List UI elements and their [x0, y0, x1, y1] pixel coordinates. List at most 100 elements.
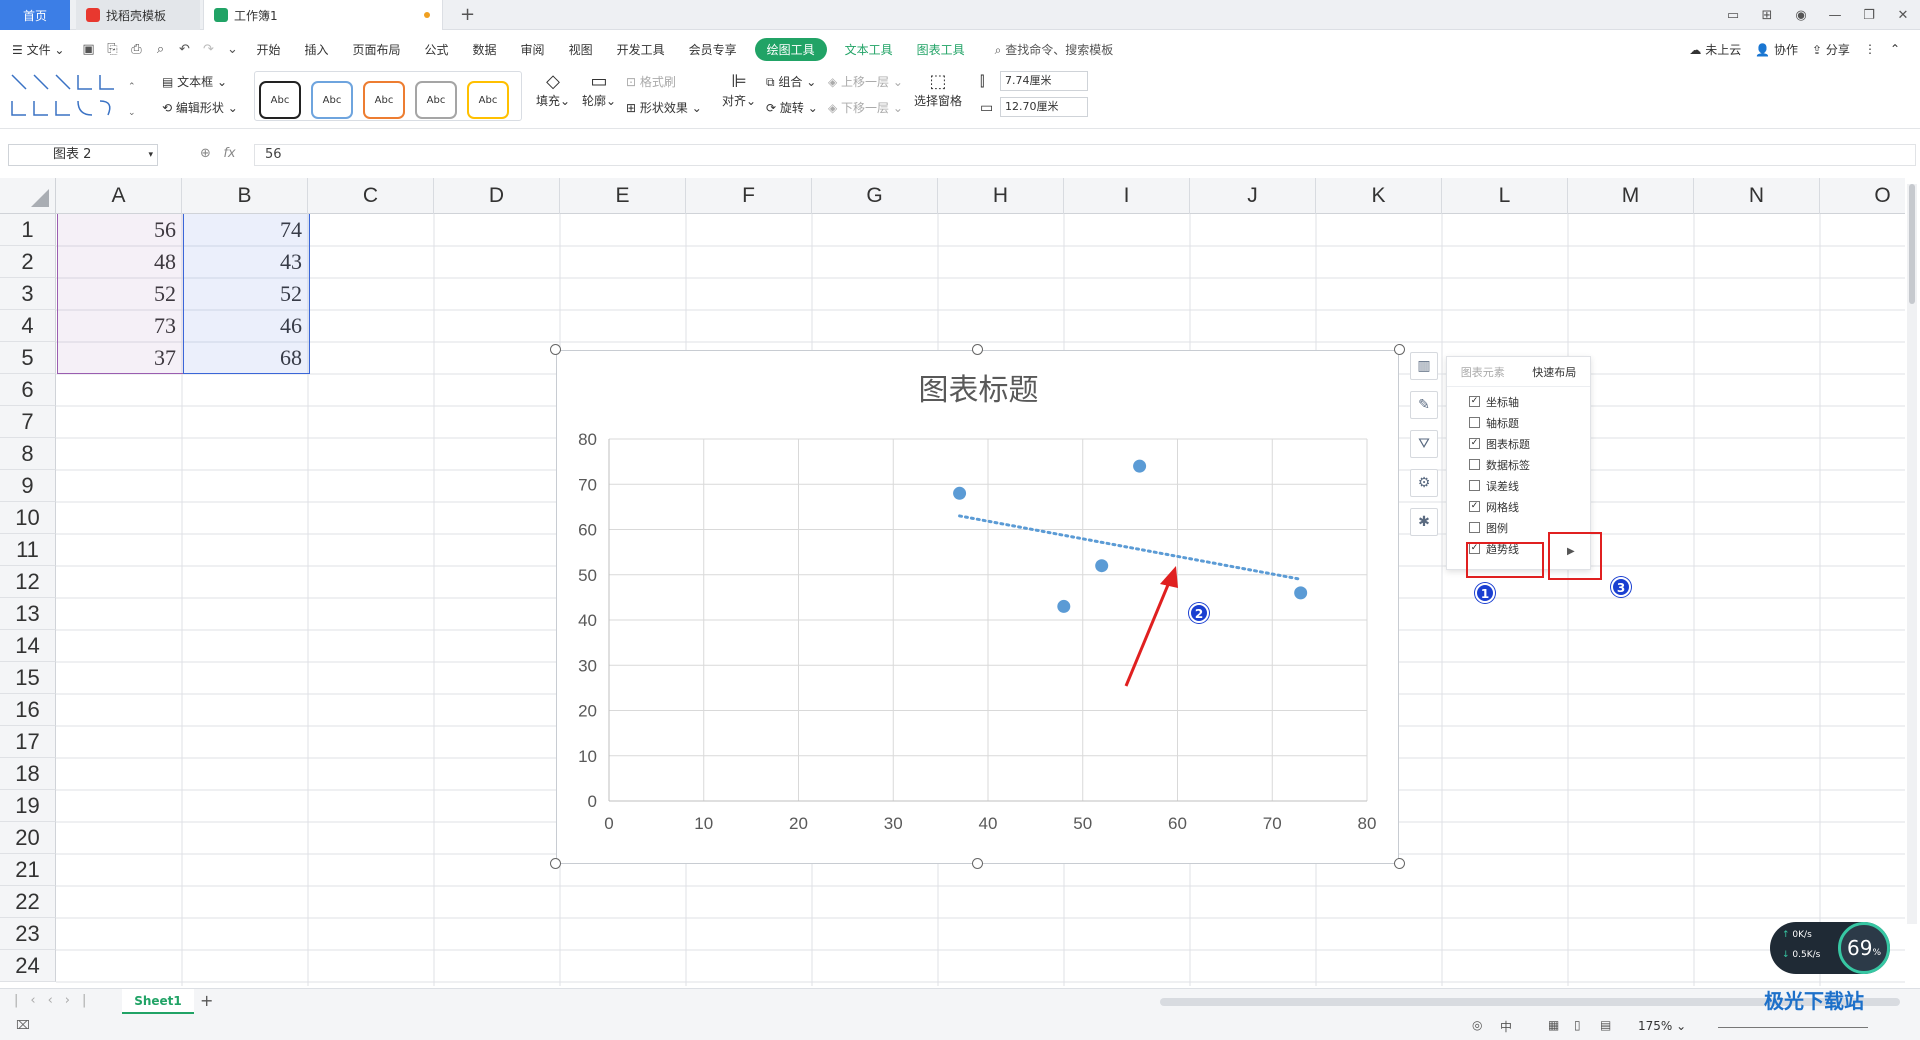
column-header-b[interactable]: B — [182, 178, 308, 214]
chart-style-pen-icon[interactable]: ✎ — [1410, 391, 1438, 419]
status-page-icon[interactable]: ⌧ — [16, 1018, 30, 1032]
input-method-icon[interactable]: 中 — [1500, 1018, 1512, 1035]
column-header-e[interactable]: E — [560, 178, 686, 214]
textbox-button[interactable]: ▤ 文本框 ⌄ — [162, 73, 227, 90]
resize-handle-s[interactable] — [972, 858, 983, 869]
column-header-d[interactable]: D — [434, 178, 560, 214]
chart-filter-icon[interactable]: ⛛ — [1410, 430, 1438, 458]
row-header-4[interactable]: 4 — [0, 310, 56, 342]
menu-developer[interactable]: 开发工具 — [605, 41, 677, 58]
chart-elements-icon[interactable]: ▥ — [1410, 352, 1438, 380]
column-header-l[interactable]: L — [1442, 178, 1568, 214]
menu-page-layout[interactable]: 页面布局 — [341, 41, 413, 58]
menu-start[interactable]: 开始 — [244, 41, 292, 58]
save-icon[interactable]: ▣ — [76, 42, 100, 57]
shape-effect-button[interactable]: ⊞ 形状效果 ⌄ — [626, 99, 702, 116]
select-all-corner[interactable] — [0, 178, 56, 214]
name-box[interactable]: 图表 2 ▾ — [8, 144, 158, 166]
menu-view[interactable]: 视图 — [557, 41, 605, 58]
row-header-1[interactable]: 1 — [0, 214, 56, 246]
row-header-24[interactable]: 24 — [0, 950, 56, 982]
column-header-n[interactable]: N — [1694, 178, 1820, 214]
column-header-a[interactable]: A — [56, 178, 182, 214]
zoom-icon[interactable]: ⊕ — [200, 146, 211, 161]
resize-handle-se[interactable] — [1394, 858, 1405, 869]
fx-icon[interactable]: fx — [223, 146, 235, 161]
sheet-tab-sheet1[interactable]: Sheet1 — [122, 989, 194, 1014]
tab-drawing-tools[interactable]: 绘图工具 — [754, 37, 827, 61]
minimize-button[interactable]: — — [1818, 8, 1852, 23]
row-header-7[interactable]: 7 — [0, 406, 56, 438]
column-header-k[interactable]: K — [1316, 178, 1442, 214]
print-icon[interactable]: ⎙ — [124, 42, 148, 57]
menu-insert[interactable]: 插入 — [292, 41, 340, 58]
chart-element-option[interactable]: 轴标题 — [1447, 412, 1590, 433]
group-button[interactable]: ⧉ 组合 ⌄ — [766, 73, 816, 90]
zoom-slider[interactable] — [1718, 1027, 1868, 1028]
row-header-18[interactable]: 18 — [0, 758, 56, 790]
checkbox-checked-icon[interactable]: ✓ — [1469, 438, 1480, 449]
menu-formula[interactable]: 公式 — [413, 41, 461, 58]
style-preset-5[interactable]: Abc — [467, 81, 509, 119]
resize-handle-ne[interactable] — [1394, 344, 1405, 355]
menu-data[interactable]: 数据 — [461, 41, 509, 58]
row-header-12[interactable]: 12 — [0, 566, 56, 598]
share-button[interactable]: ⇪ 分享 — [1812, 41, 1850, 58]
layout-icon[interactable]: ▭ — [1716, 8, 1750, 23]
eye-protect-icon[interactable]: ◎ — [1472, 1018, 1482, 1032]
tab-home[interactable]: 首页 — [0, 0, 70, 30]
row-header-10[interactable]: 10 — [0, 502, 56, 534]
outline-button[interactable]: ▭ 轮廓⌄ — [582, 71, 616, 109]
formula-input[interactable]: 56 — [254, 144, 1916, 166]
column-header-f[interactable]: F — [686, 178, 812, 214]
preview-icon[interactable]: ⌕ — [148, 42, 172, 57]
tab-text-tools[interactable]: 文本工具 — [833, 41, 905, 58]
row-header-2[interactable]: 2 — [0, 246, 56, 278]
row-header-19[interactable]: 19 — [0, 790, 56, 822]
command-search[interactable]: ⌕ 查找命令、搜索模板 — [977, 41, 1114, 58]
vertical-scroll-thumb[interactable] — [1909, 184, 1915, 304]
style-preset-4[interactable]: Abc — [415, 81, 457, 119]
row-header-11[interactable]: 11 — [0, 534, 56, 566]
collab-button[interactable]: 👤 协作 — [1755, 41, 1798, 58]
restore-button[interactable]: ❐ — [1852, 8, 1886, 23]
column-header-i[interactable]: I — [1064, 178, 1190, 214]
chart-settings-icon[interactable]: ⚙ — [1410, 469, 1438, 497]
add-sheet-button[interactable]: + — [200, 991, 213, 1010]
chart-element-option[interactable]: 误差线 — [1447, 475, 1590, 496]
row-header-16[interactable]: 16 — [0, 694, 56, 726]
checkbox-empty-icon[interactable] — [1469, 459, 1480, 470]
height-field[interactable]: 7.74厘米 — [1000, 71, 1088, 91]
chart-element-option[interactable]: ✓ 网格线 — [1447, 496, 1590, 517]
export-icon[interactable]: ⎘ — [100, 42, 124, 57]
row-header-21[interactable]: 21 — [0, 854, 56, 886]
row-header-9[interactable]: 9 — [0, 470, 56, 502]
zoom-level[interactable]: 175% ⌄ — [1638, 1019, 1686, 1033]
selection-pane-button[interactable]: ⬚ 选择窗格 — [914, 71, 962, 109]
send-backward-button[interactable]: ◈ 下移一层 ⌄ — [828, 99, 903, 116]
row-header-5[interactable]: 5 — [0, 342, 56, 374]
row-header-23[interactable]: 23 — [0, 918, 56, 950]
undo-icon[interactable]: ↶ — [172, 42, 196, 57]
grid-apps-icon[interactable]: ⊞ — [1750, 8, 1784, 23]
column-header-c[interactable]: C — [308, 178, 434, 214]
new-tab-button[interactable]: + — [460, 4, 475, 25]
rotate-button[interactable]: ⟳ 旋转 ⌄ — [766, 99, 818, 116]
resize-handle-n[interactable] — [972, 344, 983, 355]
style-preset-3[interactable]: Abc — [363, 81, 405, 119]
column-header-m[interactable]: M — [1568, 178, 1694, 214]
checkbox-checked-icon[interactable]: ✓ — [1469, 501, 1480, 512]
tab-template[interactable]: 找稻壳模板 — [76, 0, 200, 30]
format-painter-button[interactable]: ⊡ 格式刷 — [626, 73, 676, 90]
row-header-22[interactable]: 22 — [0, 886, 56, 918]
redo-icon[interactable]: ↷ — [196, 42, 220, 57]
tab-quick-layout[interactable]: 快速布局 — [1519, 364, 1591, 380]
edit-shape-button[interactable]: ⟲ 编辑形状 ⌄ — [162, 99, 238, 116]
bring-forward-button[interactable]: ◈ 上移一层 ⌄ — [828, 73, 903, 90]
resize-handle-nw[interactable] — [550, 344, 561, 355]
style-preset-2[interactable]: Abc — [311, 81, 353, 119]
row-header-8[interactable]: 8 — [0, 438, 56, 470]
row-header-17[interactable]: 17 — [0, 726, 56, 758]
column-header-j[interactable]: J — [1190, 178, 1316, 214]
column-header-g[interactable]: G — [812, 178, 938, 214]
